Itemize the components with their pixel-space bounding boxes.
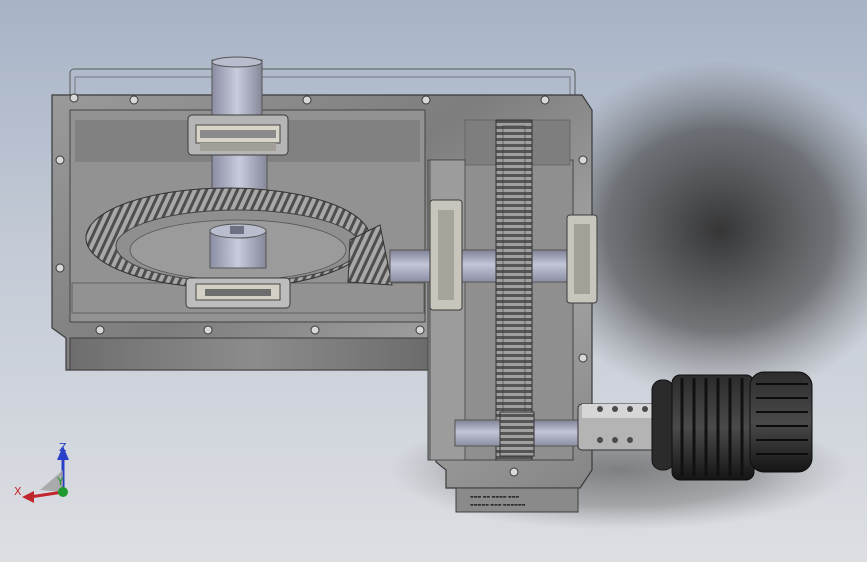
motor-coupling[interactable]: [577, 403, 659, 451]
x-axis-arrow: [29, 490, 64, 499]
upper-bearing[interactable]: [187, 114, 289, 156]
z-axis-label: Z: [59, 441, 67, 454]
gearbox-model[interactable]: ▬▬▬ ▬▬ ▬▬▬▬ ▬▬▬ ▬▬▬▬▬ ▬▬▬ ▬▬▬▬▬▬: [0, 0, 867, 562]
intermediate-shaft[interactable]: [389, 249, 576, 283]
intermediate-bearing-right[interactable]: [566, 214, 598, 304]
intermediate-bearing-left[interactable]: [429, 199, 463, 311]
y-axis-label: Y: [57, 475, 64, 488]
bevel-gear[interactable]: [85, 187, 371, 289]
svg-text:▬▬▬ ▬▬ ▬▬▬▬ ▬▬▬: ▬▬▬ ▬▬ ▬▬▬▬ ▬▬▬: [470, 494, 519, 499]
model-viewport[interactable]: ▬▬▬ ▬▬ ▬▬▬▬ ▬▬▬ ▬▬▬▬▬ ▬▬▬ ▬▬▬▬▬▬ Z Y X: [0, 0, 867, 562]
x-axis-label: X: [14, 485, 22, 498]
lower-bearing[interactable]: [185, 277, 291, 309]
spur-gear[interactable]: [495, 119, 533, 461]
y-axis-dot: [58, 487, 68, 497]
svg-text:▬▬▬▬▬ ▬▬▬ ▬▬▬▬▬▬: ▬▬▬▬▬ ▬▬▬ ▬▬▬▬▬▬: [470, 502, 526, 507]
electric-motor[interactable]: [651, 371, 813, 481]
x-axis-arrowhead: [22, 491, 34, 503]
